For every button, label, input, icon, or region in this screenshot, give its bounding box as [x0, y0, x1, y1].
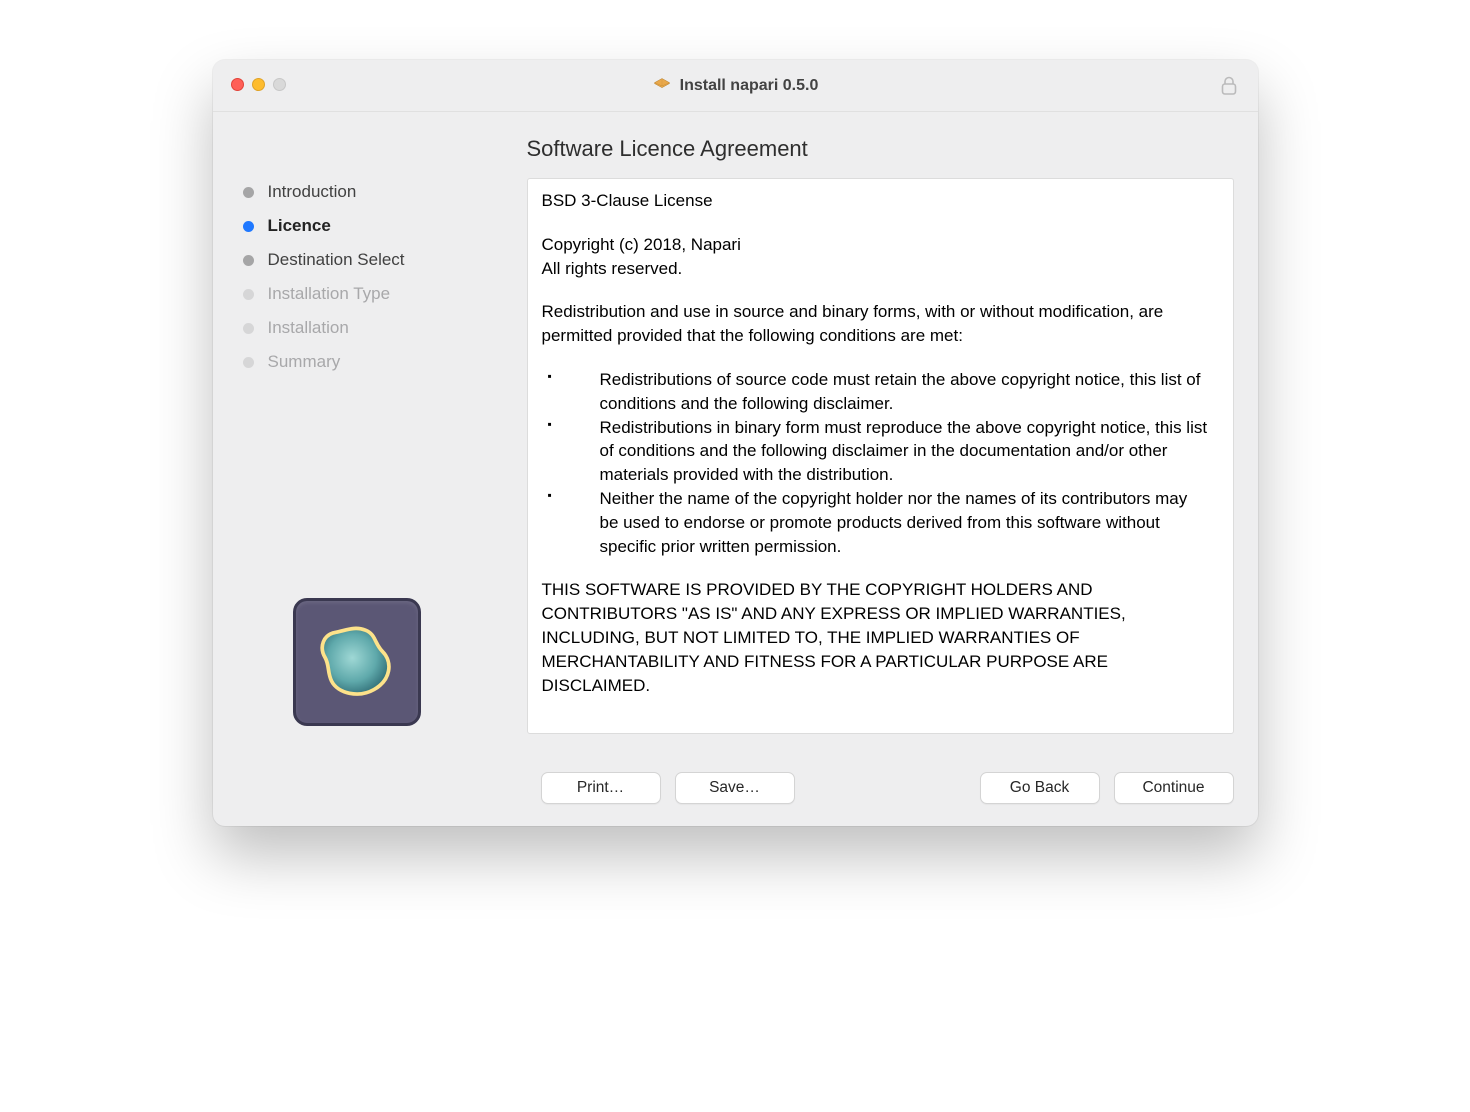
step-dot-icon	[243, 255, 254, 266]
print-button[interactable]: Print…	[541, 772, 661, 804]
step-label: Introduction	[268, 182, 357, 202]
window-title: Install napari 0.5.0	[680, 77, 819, 95]
step-licence: Licence	[243, 216, 507, 236]
step-label: Installation Type	[268, 284, 391, 304]
license-clauses: Redistributions of source code must reta…	[542, 368, 1211, 558]
step-dot-icon	[243, 221, 254, 232]
license-text[interactable]: BSD 3-Clause License Copyright (c) 2018,…	[527, 178, 1234, 734]
go-back-button[interactable]: Go Back	[980, 772, 1100, 804]
step-dot-icon	[243, 357, 254, 368]
step-dot-icon	[243, 323, 254, 334]
license-intro: Redistribution and use in source and bin…	[542, 300, 1211, 348]
step-introduction: Introduction	[243, 182, 507, 202]
step-label: Licence	[268, 216, 331, 236]
close-button[interactable]	[231, 78, 244, 91]
step-destination-select: Destination Select	[243, 250, 507, 270]
traffic-lights	[231, 78, 286, 91]
save-button[interactable]: Save…	[675, 772, 795, 804]
titlebar: Install napari 0.5.0	[213, 60, 1258, 112]
app-logo	[293, 598, 421, 726]
continue-button[interactable]: Continue	[1114, 772, 1234, 804]
license-clause: Neither the name of the copyright holder…	[548, 487, 1211, 558]
license-disclaimer: THIS SOFTWARE IS PROVIDED BY THE COPYRIG…	[542, 578, 1211, 697]
footer: Print… Save… Go Back Continue	[213, 756, 1258, 826]
license-copyright: Copyright (c) 2018, Napari	[542, 233, 1211, 257]
license-clause: Redistributions in binary form must repr…	[548, 416, 1211, 487]
step-label: Summary	[268, 352, 341, 372]
package-icon	[652, 76, 672, 96]
page-title: Software Licence Agreement	[527, 136, 1234, 162]
lock-icon[interactable]	[1220, 76, 1238, 96]
step-label: Destination Select	[268, 250, 405, 270]
step-installation: Installation	[243, 318, 507, 338]
zoom-button-disabled	[273, 78, 286, 91]
step-installation-type: Installation Type	[243, 284, 507, 304]
license-rights: All rights reserved.	[542, 257, 1211, 281]
license-title: BSD 3-Clause License	[542, 189, 1211, 213]
installer-window: Install napari 0.5.0 Introduction Licenc…	[213, 60, 1258, 826]
sidebar: Introduction Licence Destination Select …	[237, 136, 507, 756]
step-summary: Summary	[243, 352, 507, 372]
license-clause: Redistributions of source code must reta…	[548, 368, 1211, 416]
minimize-button[interactable]	[252, 78, 265, 91]
step-dot-icon	[243, 289, 254, 300]
step-dot-icon	[243, 187, 254, 198]
step-label: Installation	[268, 318, 349, 338]
step-list: Introduction Licence Destination Select …	[237, 136, 507, 372]
